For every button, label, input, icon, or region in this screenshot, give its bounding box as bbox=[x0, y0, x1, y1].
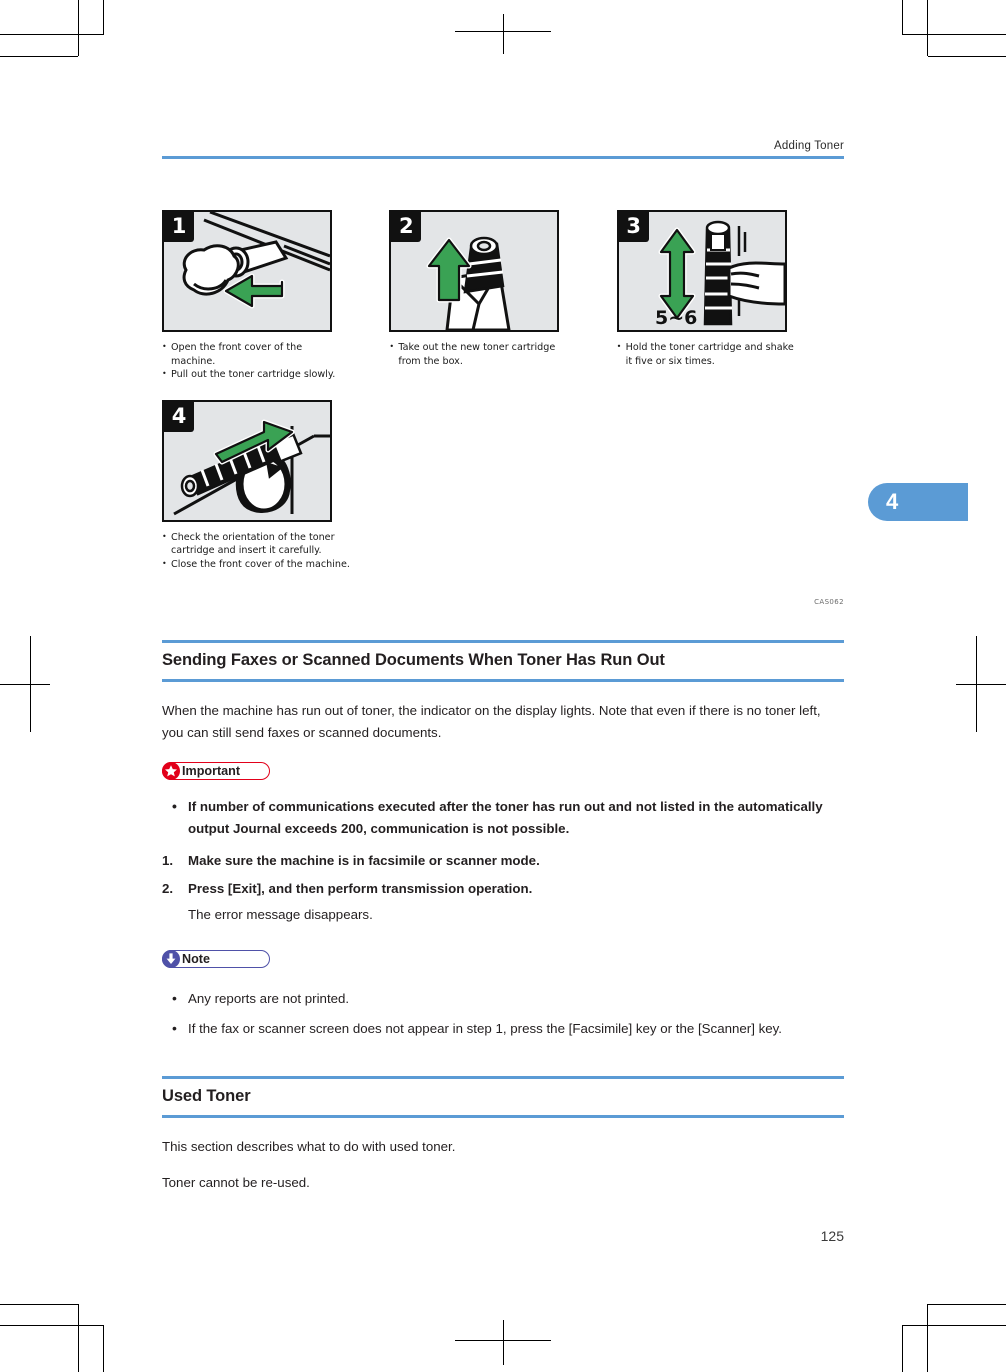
list-item: If the fax or scanner screen does not ap… bbox=[162, 1017, 844, 1040]
document-page: Adding Toner 4 1 • Open the front cover … bbox=[0, 0, 1006, 1372]
page-number: 125 bbox=[820, 1228, 844, 1244]
running-head-text: Adding Toner bbox=[774, 140, 844, 152]
section-heading-block: Used Toner bbox=[162, 1076, 844, 1118]
figure-step-2: 2 • Take out the new toner cartridge fro… bbox=[389, 210, 616, 382]
important-list: If number of communications executed aft… bbox=[162, 795, 844, 840]
figure-row-top: 1 • Open the front cover of the machine.… bbox=[162, 210, 844, 382]
step-badge-2: 2 bbox=[391, 212, 422, 242]
figure-step-4: 4 • Check the orientation of the toner c… bbox=[162, 399, 390, 572]
caption-line: Pull out the toner cartridge slowly. bbox=[162, 367, 347, 382]
step-text: Make sure the machine is in facsimile or… bbox=[188, 853, 540, 868]
used-toner-paragraph: This section describes what to do with u… bbox=[162, 1139, 456, 1154]
chapter-tab-number: 4 bbox=[886, 489, 899, 514]
section-heading: Sending Faxes or Scanned Documents When … bbox=[162, 651, 665, 669]
step-number: 2. bbox=[162, 881, 174, 896]
caption-step-2: Take out the new toner cartridge from th… bbox=[389, 340, 574, 368]
section-used-toner: Used Toner This section describes what t… bbox=[162, 1076, 844, 1194]
heading-rule-bottom bbox=[162, 1115, 844, 1118]
page-content: Sending Faxes or Scanned Documents When … bbox=[162, 640, 844, 1194]
list-item: Any reports are not printed. bbox=[162, 987, 844, 1010]
registration-mark-left bbox=[0, 636, 52, 736]
star-icon bbox=[162, 762, 180, 780]
step-badge-3: 3 bbox=[618, 212, 649, 242]
down-arrow-icon bbox=[162, 950, 180, 968]
step-text: Press [Exit], and then perform transmiss… bbox=[188, 881, 533, 896]
illustration-step-2: 2 bbox=[389, 210, 560, 332]
caption-line: Open the front cover of the machine. bbox=[162, 340, 347, 368]
figure-step-1: 1 • Open the front cover of the machine.… bbox=[162, 210, 389, 382]
step-badge-4: 4 bbox=[164, 401, 194, 432]
illustration-step-4: 4 bbox=[162, 399, 332, 522]
section-sending-faxes: Sending Faxes or Scanned Documents When … bbox=[162, 640, 844, 1040]
list-item: If number of communications executed aft… bbox=[162, 795, 844, 840]
used-toner-paragraph: Toner cannot be re-used. bbox=[162, 1175, 310, 1190]
section-intro-paragraph: When the machine has run out of toner, t… bbox=[162, 703, 821, 740]
step-result-text: The error message disappears. bbox=[188, 907, 373, 922]
caption-line: Close the front cover of the machine. bbox=[162, 557, 377, 572]
figure-row-bottom: 4 • Check the orientation of the toner c… bbox=[162, 399, 844, 572]
note-list: Any reports are not printed. If the fax … bbox=[162, 987, 844, 1040]
illustration-step-1: 1 bbox=[162, 210, 332, 332]
step-badge-1: 1 bbox=[164, 212, 194, 242]
caption-line: Check the orientation of the toner cartr… bbox=[162, 530, 377, 558]
step-number: 1. bbox=[162, 853, 174, 868]
section-heading: Used Toner bbox=[162, 1087, 251, 1105]
caption-step-3: Hold the toner cartridge and shake it fi… bbox=[617, 340, 802, 368]
registration-mark-right bbox=[954, 636, 1006, 736]
shake-count-label: 5~6 bbox=[655, 307, 697, 329]
caption-line: Hold the toner cartridge and shake it fi… bbox=[617, 340, 802, 368]
running-header: Adding Toner bbox=[162, 140, 844, 159]
heading-rule-bottom bbox=[162, 679, 844, 682]
caption-step-1: Open the front cover of the machine. Pul… bbox=[162, 340, 347, 382]
section-heading-block: Sending Faxes or Scanned Documents When … bbox=[162, 640, 844, 682]
header-rule bbox=[162, 156, 844, 159]
registration-mark-top bbox=[455, 14, 555, 54]
caption-line: Take out the new toner cartridge from th… bbox=[389, 340, 574, 368]
procedure-step: 1. Make sure the machine is in facsimile… bbox=[162, 850, 844, 872]
figure-step-3: 3 5~6 • Hold the toner cartridge and sha… bbox=[616, 210, 844, 382]
note-label: Note bbox=[182, 952, 210, 966]
figure-id-label: CAS062 bbox=[814, 598, 844, 606]
chapter-tab: 4 bbox=[868, 483, 968, 521]
important-label: Important bbox=[182, 764, 241, 778]
registration-mark-bottom bbox=[455, 1320, 555, 1365]
procedure-steps: 1. Make sure the machine is in facsimile… bbox=[162, 850, 844, 926]
procedure-step: 2. Press [Exit], and then perform transm… bbox=[162, 878, 844, 926]
illustration-step-3: 3 5~6 bbox=[616, 210, 787, 332]
caption-step-4: Check the orientation of the toner cartr… bbox=[162, 530, 377, 572]
toner-replacement-figure: 1 • Open the front cover of the machine.… bbox=[162, 210, 844, 606]
